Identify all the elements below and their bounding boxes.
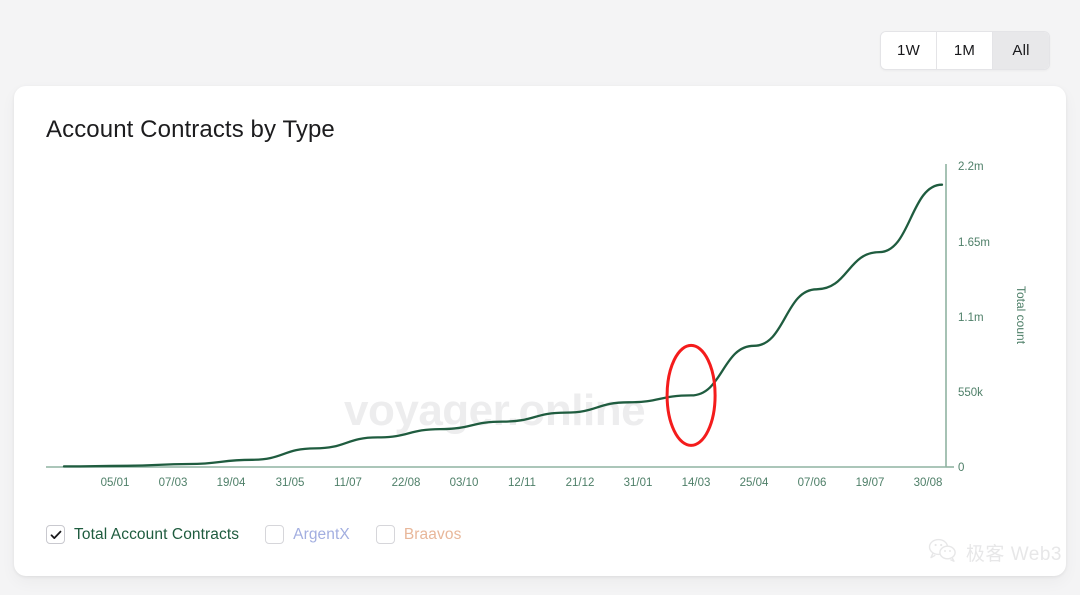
legend-item-total-account-contracts[interactable]: Total Account Contracts	[46, 525, 239, 544]
checkbox-total-account-contracts[interactable]	[46, 525, 65, 544]
wechat-icon	[928, 538, 958, 567]
x-tick-label: 19/04	[217, 477, 246, 489]
brand-watermark: 极客 Web3	[928, 538, 1062, 567]
x-tick-label: 12/11	[508, 477, 536, 489]
checkbox-braavos[interactable]	[375, 525, 395, 544]
x-tick-label: 07/06	[798, 477, 827, 489]
x-tick-label: 25/04	[740, 477, 769, 489]
chart-plot-area[interactable]: 2.2m 1.65m 1.1m 550k 0 Total count 05/01…	[14, 156, 1066, 516]
x-tick-label: 22/08	[392, 477, 421, 489]
range-button-1w[interactable]: 1W	[881, 32, 937, 69]
chart-card: Account Contracts by Type voyager.online…	[14, 86, 1066, 576]
y-tick-label: 2.2m	[958, 161, 984, 173]
x-tick-label: 21/12	[566, 477, 595, 489]
range-button-1m[interactable]: 1M	[937, 32, 993, 69]
range-button-all[interactable]: All	[993, 32, 1049, 69]
y-tick-label: 1.1m	[958, 312, 984, 324]
page-title: Account Contracts by Type	[46, 116, 335, 143]
x-tick-label: 14/03	[682, 477, 711, 489]
y-axis-title: Total count	[1014, 286, 1028, 345]
x-tick-label: 31/01	[624, 477, 653, 489]
chart-legend[interactable]: Total Account Contracts ArgentX Braavos	[46, 525, 461, 544]
x-tick-label: 31/05	[276, 477, 305, 489]
x-tick-label: 03/10	[450, 477, 479, 489]
x-tick-label: 05/01	[101, 477, 130, 489]
y-tick-label: 1.65m	[958, 237, 990, 249]
y-tick-label: 0	[958, 462, 964, 474]
checkbox-argentx[interactable]	[265, 525, 285, 544]
line-chart-svg: 2.2m 1.65m 1.1m 550k 0 Total count 05/01…	[46, 161, 1028, 489]
range-toggle-group[interactable]: 1W 1M All	[880, 31, 1050, 70]
legend-item-argentx[interactable]: ArgentX	[265, 525, 350, 544]
legend-label-total-account-contracts: Total Account Contracts	[74, 525, 240, 543]
x-tick-label: 07/03	[159, 477, 188, 489]
y-axis-ticks: 2.2m 1.65m 1.1m 550k 0	[958, 161, 990, 474]
x-tick-label: 11/07	[334, 477, 362, 489]
x-axis-ticks: 05/01 07/03 19/04 31/05 11/07 22/08 03/1…	[101, 477, 943, 489]
legend-item-braavos[interactable]: Braavos	[375, 525, 462, 544]
check-icon	[50, 530, 61, 539]
brand-watermark-text: 极客 Web3	[965, 544, 1062, 565]
x-tick-label: 30/08	[914, 477, 943, 489]
y-tick-label: 550k	[958, 387, 983, 399]
x-tick-label: 19/07	[856, 477, 885, 489]
series-line-total-account-contracts	[62, 183, 944, 468]
legend-label-braavos: Braavos	[403, 525, 462, 543]
legend-label-argentx: ArgentX	[293, 525, 350, 543]
